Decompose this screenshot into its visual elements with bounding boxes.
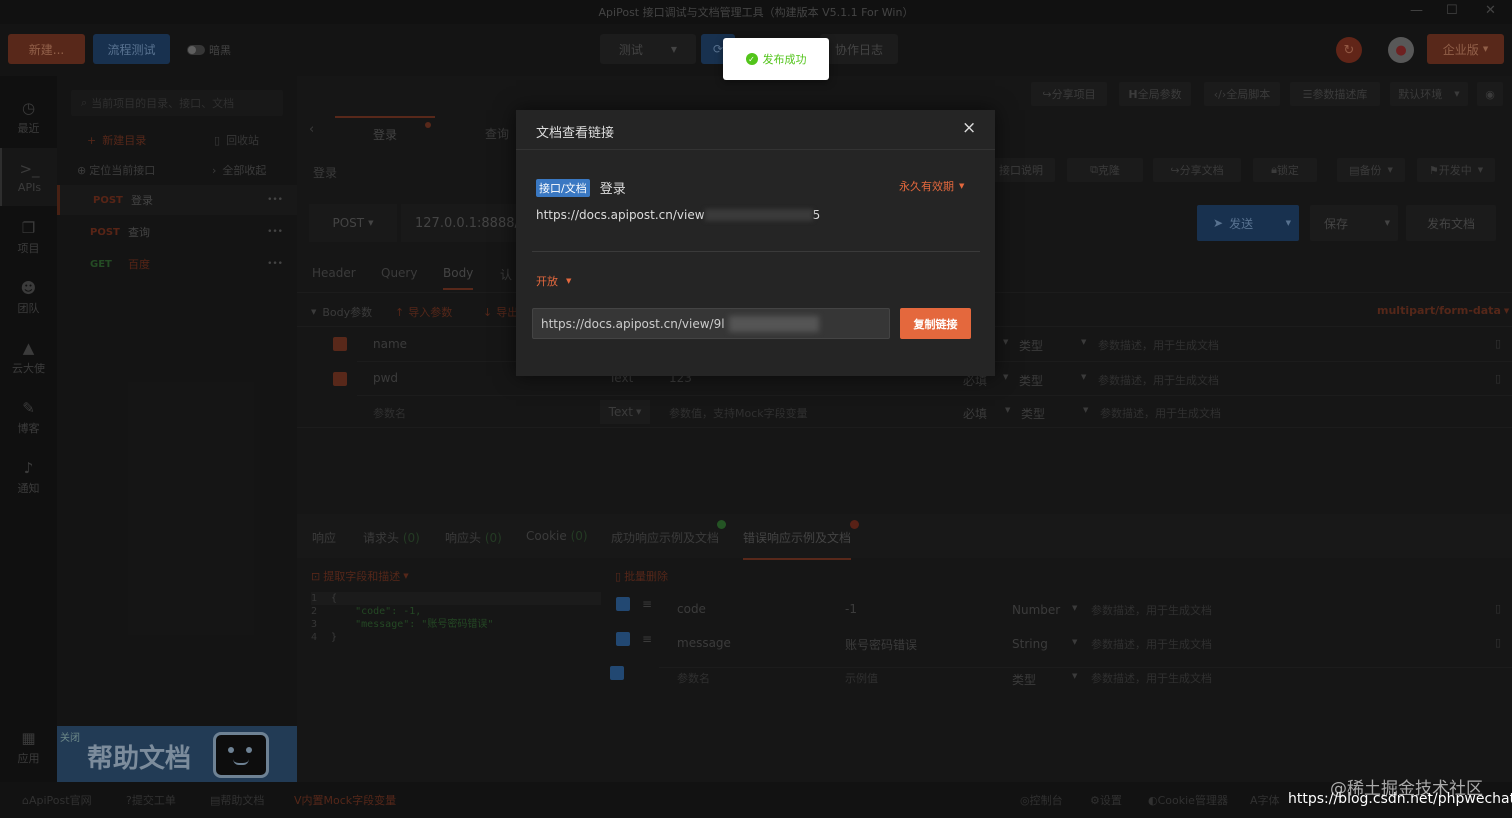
redacted-block xyxy=(728,315,819,332)
close-icon[interactable]: × xyxy=(962,118,976,138)
doc-link-text[interactable]: https://docs.apipost.cn/view 5 xyxy=(536,208,820,222)
watermark-line2: https://blog.csdn.net/phpwechat xyxy=(1288,791,1512,807)
toast-text: 发布成功 xyxy=(762,53,807,66)
link-input[interactable]: https://docs.apipost.cn/view/9l xyxy=(532,308,890,339)
publish-success-toast: ✓ 发布成功 xyxy=(723,38,829,80)
link-input-value: https://docs.apipost.cn/view/9l xyxy=(541,316,725,331)
chevron-down-icon: ▼ xyxy=(959,182,965,190)
check-circle-icon: ✓ xyxy=(745,53,758,65)
divider xyxy=(532,251,980,252)
validity-label: 永久有效期 xyxy=(899,180,954,193)
doc-info: 接口/文档 登录 xyxy=(536,178,626,197)
modal-header: 文档查看链接 × xyxy=(516,110,995,150)
link-tail: 5 xyxy=(812,208,821,222)
chevron-down-icon: ▼ xyxy=(566,277,572,285)
copy-link-button[interactable]: 复制链接 xyxy=(900,308,971,339)
doc-link-modal: 文档查看链接 × 接口/文档 登录 永久有效期 ▼ https://docs.ap… xyxy=(516,110,995,376)
redacted-block xyxy=(704,209,813,221)
validity-select[interactable]: 永久有效期 ▼ xyxy=(899,178,964,194)
doc-name: 登录 xyxy=(599,182,626,197)
access-label: 开放 xyxy=(536,275,558,288)
access-select[interactable]: 开放 ▼ xyxy=(536,273,571,289)
link-text: https://docs.apipost.cn/view xyxy=(536,208,705,222)
modal-title: 文档查看链接 xyxy=(536,126,615,141)
doc-type-tag: 接口/文档 xyxy=(536,178,590,197)
